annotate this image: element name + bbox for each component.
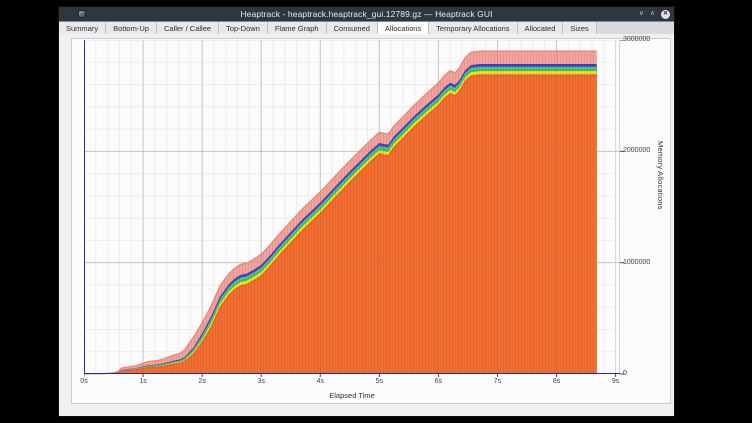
y-tick-label: 2000000 <box>623 147 663 154</box>
window-controls: ∨ ∧ ✕ <box>639 7 670 21</box>
tab-content-area: Elapsed Time Memory Allocations 0s1s2s3s… <box>59 34 674 416</box>
x-tick-label: 1s <box>131 378 155 385</box>
desktop-background: Heaptrack - heaptrack.heaptrack_gui.1278… <box>0 0 752 423</box>
tab-consumed[interactable]: Consumed <box>327 22 378 34</box>
tab-top-down[interactable]: Top-Down <box>219 22 268 34</box>
y-tick-label: 3000000 <box>623 36 663 43</box>
tab-flame-graph[interactable]: Flame Graph <box>268 22 327 34</box>
tab-bar-filler <box>597 22 674 34</box>
allocations-chart <box>84 40 626 380</box>
x-tick-label: 0s <box>72 378 96 385</box>
allocations-chart-widget: Elapsed Time Memory Allocations 0s1s2s3s… <box>71 38 671 404</box>
y-tick-label: 1000000 <box>623 259 663 266</box>
x-tick-label: 2s <box>190 378 214 385</box>
window-title: Heaptrack - heaptrack.heaptrack_gui.1278… <box>240 9 492 19</box>
x-tick-label: 7s <box>485 378 509 385</box>
tab-temporary-allocations[interactable]: Temporary Allocations <box>429 22 517 34</box>
app-icon <box>78 10 86 18</box>
window-titlebar[interactable]: Heaptrack - heaptrack.heaptrack_gui.1278… <box>59 7 674 21</box>
x-tick-label: 9s <box>604 378 628 385</box>
x-tick-label: 6s <box>426 378 450 385</box>
y-tick-label: 0 <box>623 370 663 377</box>
x-tick-label: 5s <box>367 378 391 385</box>
heaptrack-window: Heaptrack - heaptrack.heaptrack_gui.1278… <box>58 6 675 417</box>
minimize-icon[interactable]: ∨ <box>639 10 644 18</box>
close-icon[interactable]: ✕ <box>661 10 670 19</box>
x-tick-label: 3s <box>249 378 273 385</box>
x-tick-label: 8s <box>545 378 569 385</box>
tab-allocated[interactable]: Allocated <box>518 22 564 34</box>
tab-caller-callee[interactable]: Caller / Callee <box>157 22 219 34</box>
tab-bottom-up[interactable]: Bottom-Up <box>106 22 157 34</box>
tab-summary[interactable]: Summary <box>59 22 106 34</box>
x-axis-title: Elapsed Time <box>84 391 620 400</box>
x-tick-label: 4s <box>308 378 332 385</box>
maximize-icon[interactable]: ∧ <box>650 10 655 18</box>
tab-sizes[interactable]: Sizes <box>563 22 596 34</box>
